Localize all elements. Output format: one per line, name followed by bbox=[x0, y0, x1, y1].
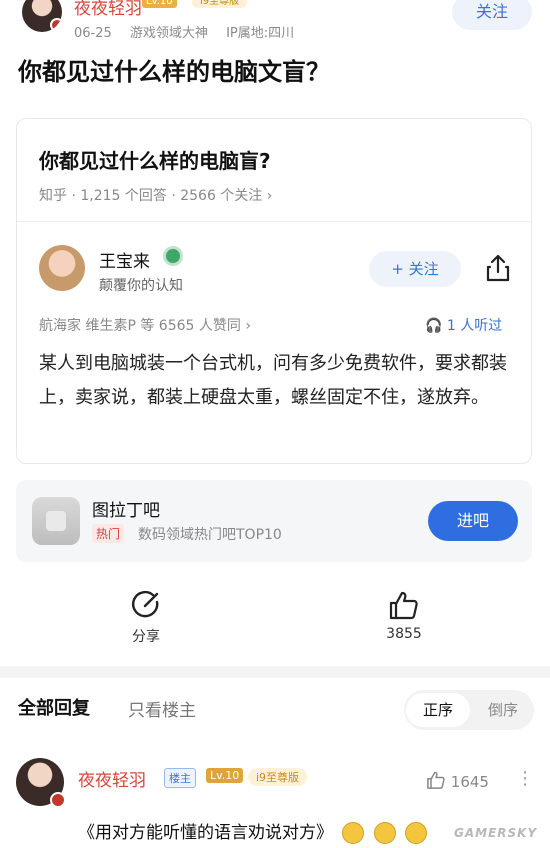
share-icon[interactable] bbox=[483, 253, 513, 283]
card-divider bbox=[17, 221, 531, 222]
tab-all-replies[interactable]: 全部回复 bbox=[18, 694, 90, 720]
forum-bar[interactable]: 图拉丁吧 热门 数码领域热门吧TOP10 进吧 bbox=[16, 480, 532, 562]
section-separator bbox=[0, 666, 550, 678]
like-count: 3855 bbox=[386, 626, 422, 642]
answerer-follow-button[interactable]: + 关注 bbox=[369, 251, 461, 287]
share-action[interactable]: 分享 bbox=[106, 590, 186, 646]
question-meta[interactable]: 知乎 · 1,215 个回答 · 2566 个关注 › bbox=[39, 185, 272, 205]
tab-owner-only[interactable]: 只看楼主 bbox=[128, 696, 196, 721]
sort-descending[interactable]: 倒序 bbox=[474, 693, 532, 727]
emoji-icon bbox=[405, 822, 428, 844]
enter-forum-button[interactable]: 进吧 bbox=[428, 501, 518, 541]
thumbs-up-icon bbox=[389, 591, 418, 620]
forum-description: 数码领域热门吧TOP10 bbox=[138, 527, 282, 543]
listen-count-label: 1 人听过 bbox=[446, 318, 503, 334]
reply-avatar[interactable] bbox=[16, 758, 66, 808]
sort-ascending[interactable]: 正序 bbox=[406, 693, 470, 727]
reply-text: 《用对方能听懂的语言劝说对方》 bbox=[78, 818, 428, 844]
follow-button[interactable]: 关注 bbox=[452, 0, 532, 30]
reply-text-content: 《用对方能听懂的语言劝说对方》 bbox=[78, 823, 333, 843]
level-badge: Lv.10 bbox=[142, 0, 177, 8]
listen-count[interactable]: 🎧 1 人听过 bbox=[425, 315, 502, 335]
author-title-tag: 游戏领域大神 bbox=[129, 26, 208, 41]
like-action[interactable]: 3855 bbox=[364, 590, 444, 642]
reply-like-count: 1645 bbox=[450, 773, 489, 791]
post-author-bar: 夜夜轻羽 Lv.10 i9至尊版 06-25 游戏领域大神 IP属地:四川 关注 bbox=[0, 0, 550, 44]
post-date: 06-25 bbox=[74, 26, 112, 41]
headphones-icon: 🎧 bbox=[425, 318, 443, 334]
vip-badge: i9至尊版 bbox=[192, 0, 248, 8]
post-meta: 06-25 游戏领域大神 IP属地:四川 bbox=[74, 22, 308, 41]
sort-toggle[interactable]: 正序 倒序 bbox=[404, 690, 534, 730]
verified-badge-icon bbox=[163, 246, 183, 266]
answer-text: 某人到电脑城装一个台式机，问有多少免费软件，要求都装上，卖家说，都装上硬盘太重，… bbox=[39, 353, 507, 408]
answerer-name[interactable]: 王宝来 bbox=[99, 247, 150, 272]
hot-tag: 热门 bbox=[92, 524, 125, 543]
author-name[interactable]: 夜夜轻羽 bbox=[74, 0, 142, 19]
more-options-icon[interactable]: ⋮ bbox=[516, 768, 534, 789]
reply-author[interactable]: 夜夜轻羽 bbox=[78, 766, 146, 791]
level-badge: Lv.10 bbox=[206, 768, 244, 783]
answerer-bio: 颠覆你的认知 bbox=[99, 278, 183, 294]
forum-name: 图拉丁吧 bbox=[92, 501, 160, 521]
answer-votes[interactable]: 航海家 维生素P 等 6565 人赞同 › bbox=[39, 315, 251, 335]
shared-answer-card[interactable]: 你都见过什么样的电脑盲? 知乎 · 1,215 个回答 · 2566 个关注 ›… bbox=[16, 118, 532, 464]
answerer-avatar[interactable] bbox=[39, 245, 85, 291]
post-title: 你都见过什么样的电脑文盲？ bbox=[18, 58, 330, 86]
avatar-badge-icon bbox=[50, 18, 62, 32]
share-label: 分享 bbox=[132, 629, 160, 645]
watermark: GAMERSKY bbox=[454, 826, 538, 840]
author-avatar[interactable] bbox=[22, 0, 62, 32]
avatar-badge-icon bbox=[50, 792, 66, 808]
question-title[interactable]: 你都见过什么样的电脑盲? bbox=[39, 145, 271, 174]
forum-logo bbox=[32, 497, 80, 545]
owner-badge: 楼主 bbox=[164, 768, 196, 788]
thumbs-up-icon bbox=[427, 771, 445, 789]
emoji-icon bbox=[373, 822, 396, 844]
vip-badge: i9至尊版 bbox=[248, 768, 308, 786]
reply-like[interactable]: 1645 bbox=[426, 770, 489, 791]
ip-location: IP属地:四川 bbox=[226, 26, 295, 41]
emoji-icon bbox=[342, 822, 365, 844]
share-edit-icon bbox=[132, 590, 159, 618]
